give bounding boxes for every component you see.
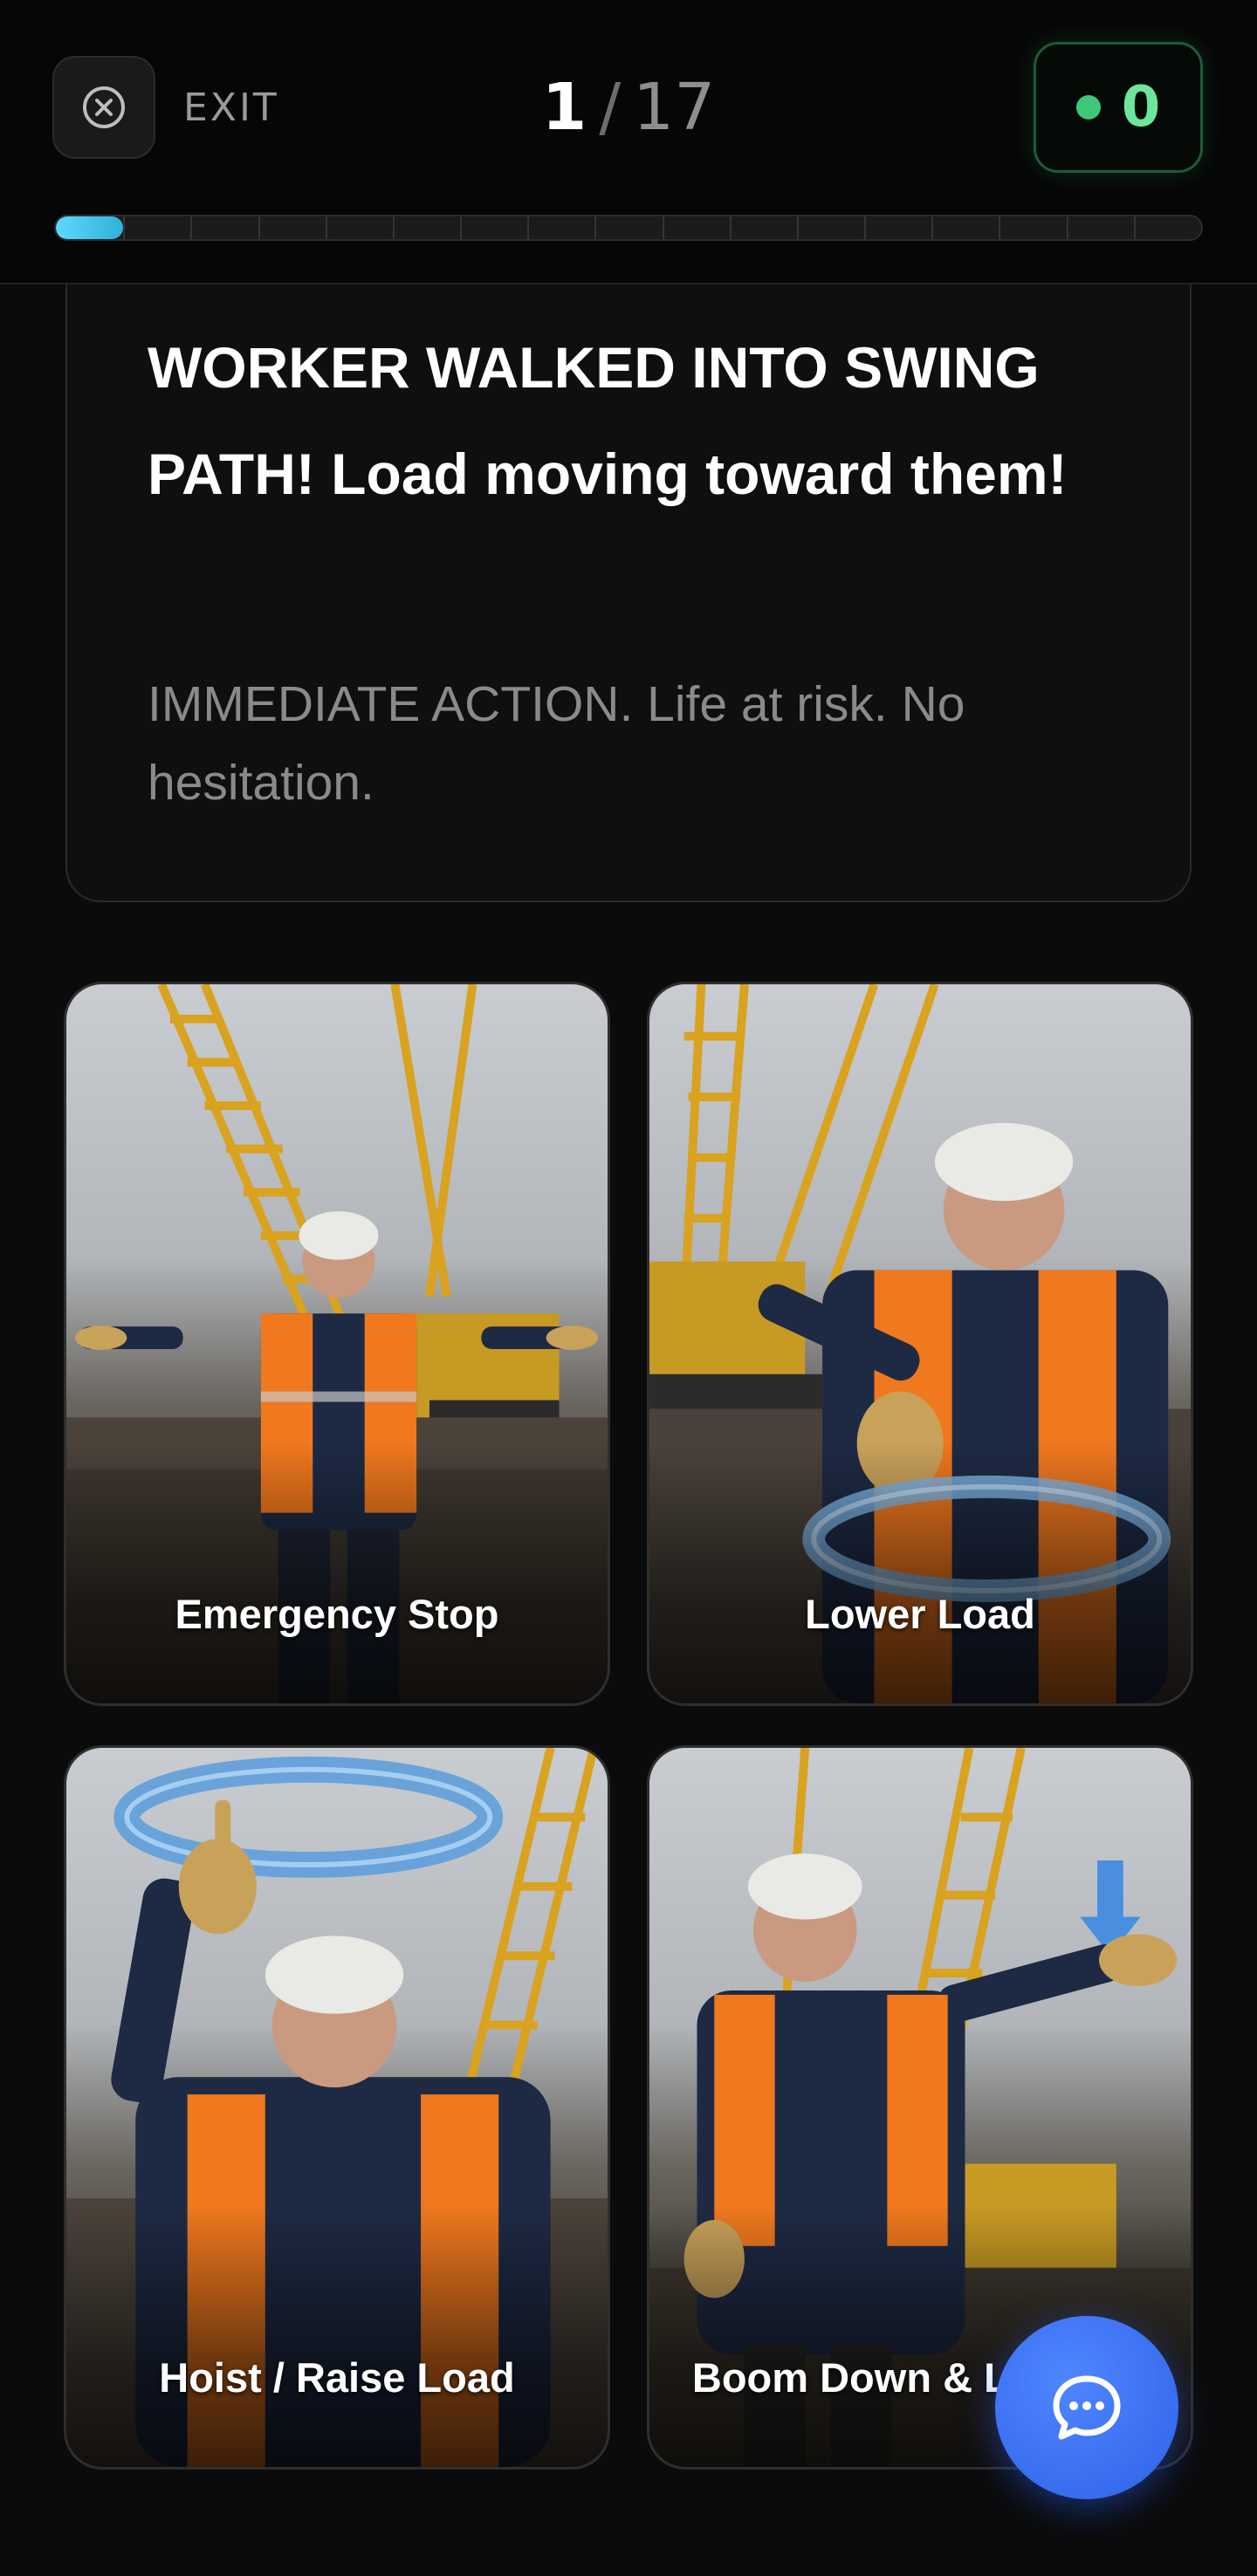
top-bar: EXIT 1/17 0 — [0, 0, 1257, 284]
question-title: WORKER WALKED INTO SWING PATH! Load movi… — [148, 335, 1068, 506]
progress-segment-divider — [1133, 216, 1136, 239]
option-hoist-raise-load[interactable]: Hoist / Raise Load — [64, 1745, 610, 2470]
score-badge: 0 — [1034, 42, 1203, 173]
chat-bubble-icon — [1053, 2375, 1121, 2440]
progress-segment-divider — [190, 216, 193, 239]
question-card: WORKER WALKED INTO SWING PATH! Load movi… — [65, 244, 1192, 902]
progress-segment-divider — [796, 216, 799, 239]
progress-bar — [54, 215, 1203, 241]
progress-segment-divider — [1066, 216, 1068, 239]
progress-segment-divider — [729, 216, 732, 239]
question-subtitle: IMMEDIATE ACTION. Life at risk. No hesit… — [148, 676, 965, 811]
progress-segment-divider — [325, 216, 327, 239]
total-questions: 17 — [633, 70, 716, 145]
option-label: Emergency Stop — [175, 1591, 499, 1637]
progress-segment-divider — [258, 216, 260, 239]
progress-fill — [56, 216, 124, 239]
status-dot-icon — [1075, 95, 1101, 120]
progress-segment-divider — [527, 216, 530, 239]
score-value: 0 — [1121, 75, 1161, 140]
option-emergency-stop[interactable]: Emergency Stop — [64, 982, 610, 1706]
progress-segment-divider — [931, 216, 934, 239]
option-label: Hoist / Raise Load — [159, 2354, 515, 2401]
progress-segment-divider — [460, 216, 463, 239]
progress-segment-divider — [999, 216, 1001, 239]
progress-segment-divider — [662, 216, 664, 239]
option-label: Lower Load — [805, 1591, 1035, 1637]
option-image-shade — [66, 2205, 608, 2467]
progress-segment-divider — [123, 216, 126, 239]
current-question-number: 1 — [541, 70, 587, 145]
chat-button[interactable] — [995, 2316, 1178, 2499]
progress-segment-divider — [392, 216, 395, 239]
progress-segment-divider — [864, 216, 867, 239]
progress-segment-divider — [594, 216, 597, 239]
counter-separator: / — [599, 70, 622, 145]
option-image-shade — [649, 1442, 1191, 1703]
option-lower-load[interactable]: Lower Load — [647, 982, 1193, 1706]
option-image-shade — [66, 1442, 608, 1703]
